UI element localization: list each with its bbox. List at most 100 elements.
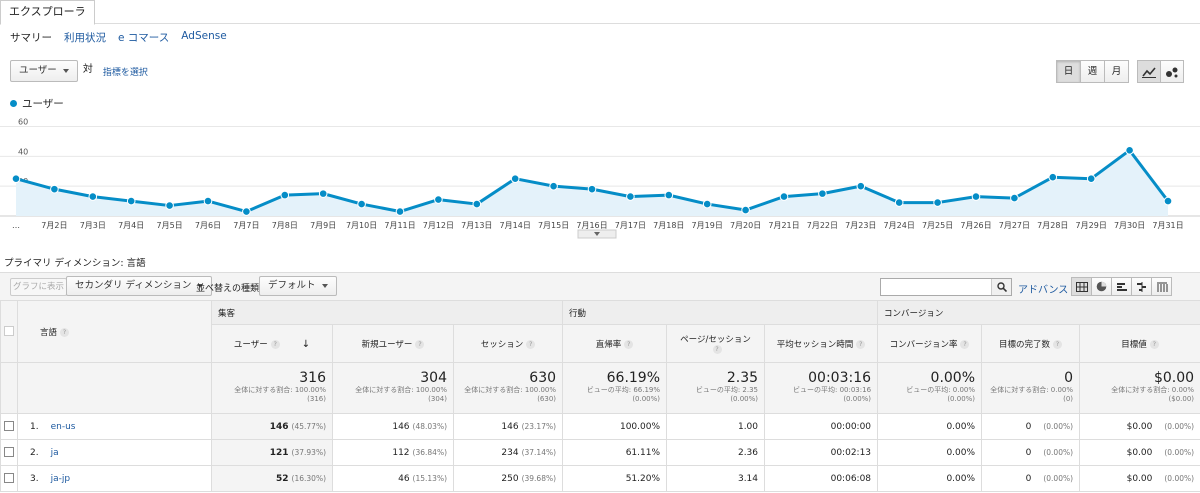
week-button[interactable]: 週 bbox=[1080, 60, 1105, 83]
data-point[interactable] bbox=[203, 196, 213, 206]
line-chart-button[interactable] bbox=[1137, 60, 1161, 83]
help-icon[interactable]: ? bbox=[270, 339, 280, 349]
help-icon[interactable]: ? bbox=[624, 339, 634, 349]
col-bounce-rate[interactable]: 直帰率? bbox=[562, 324, 668, 363]
data-point[interactable] bbox=[894, 198, 904, 207]
month-button[interactable]: 月 bbox=[1104, 60, 1129, 83]
help-icon[interactable]: ? bbox=[856, 339, 866, 349]
secondary-dimension-dropdown[interactable]: セカンダリ ディメンション bbox=[66, 276, 213, 296]
data-point[interactable] bbox=[280, 190, 290, 200]
help-icon[interactable]: ? bbox=[60, 327, 70, 337]
data-point[interactable] bbox=[357, 199, 366, 209]
data-point[interactable] bbox=[165, 201, 174, 210]
metric-dropdown[interactable]: ユーザー bbox=[10, 60, 78, 82]
help-icon[interactable]: ? bbox=[712, 344, 722, 354]
help-icon[interactable]: ? bbox=[1053, 339, 1063, 349]
primary-dimension-value[interactable]: 言語 bbox=[127, 258, 146, 269]
data-point[interactable] bbox=[318, 189, 328, 198]
day-button[interactable]: 日 bbox=[1056, 60, 1081, 83]
metric-selector-row: ユーザー 対 指標を選択 bbox=[10, 60, 148, 82]
help-icon[interactable]: ? bbox=[526, 339, 536, 349]
goal-value-cell: $0.00 (0.00%) bbox=[1079, 465, 1200, 492]
col-goal-value[interactable]: 目標値? bbox=[1079, 324, 1200, 363]
tab-explorer[interactable]: エクスプローラ bbox=[0, 0, 95, 25]
data-point[interactable] bbox=[1048, 172, 1058, 182]
data-point[interactable] bbox=[1163, 196, 1173, 206]
subnav-ecommerce[interactable]: e コマース bbox=[118, 30, 169, 44]
row-checkbox[interactable] bbox=[4, 473, 14, 484]
data-point[interactable] bbox=[395, 207, 405, 216]
x-tick-label: 7月20日 bbox=[730, 221, 761, 230]
sessions-pct: (23.17%) bbox=[521, 421, 557, 431]
col-sessions[interactable]: セッション? bbox=[452, 324, 564, 363]
goal-value-value: $0.00 bbox=[1126, 447, 1153, 458]
pivot-view-button[interactable] bbox=[1151, 277, 1172, 296]
help-icon[interactable]: ? bbox=[415, 339, 425, 349]
col-goal-completions[interactable]: 目標の完了数? bbox=[981, 324, 1081, 363]
row-checkbox[interactable] bbox=[4, 421, 14, 432]
goal-completions-pct: (0.00%) bbox=[1043, 473, 1074, 483]
data-table-view-button[interactable] bbox=[1071, 277, 1092, 296]
data-point[interactable] bbox=[1010, 193, 1019, 203]
dimension-value-link[interactable]: ja bbox=[51, 448, 59, 458]
chart-expand-handle[interactable] bbox=[577, 229, 617, 239]
data-point[interactable] bbox=[11, 174, 21, 183]
comparison-view-button[interactable] bbox=[1131, 277, 1152, 296]
col-users[interactable]: ユーザー? ↓ bbox=[211, 324, 333, 363]
data-point[interactable] bbox=[626, 192, 635, 201]
data-point[interactable] bbox=[587, 184, 597, 194]
data-point[interactable] bbox=[434, 195, 443, 204]
table-row[interactable]: 1. en-us 146 (45.77%) 146 (48.03%) 146 (23.17%)… bbox=[0, 413, 1200, 440]
data-point[interactable] bbox=[50, 184, 59, 194]
data-point[interactable] bbox=[702, 199, 712, 209]
dimension-value-link[interactable]: en-us bbox=[51, 422, 76, 432]
data-point[interactable] bbox=[242, 207, 251, 216]
advanced-filter-link[interactable]: アドバンス bbox=[1018, 281, 1068, 296]
row-checkbox[interactable] bbox=[4, 447, 14, 458]
table-row[interactable]: 3. ja-jp 52 (16.30%) 46 (15.13%) 250 (39.68%) 51… bbox=[0, 465, 1200, 492]
table-row[interactable]: 2. ja 121 (37.93%) 112 (36.84%) 234 (37.14%) 61.… bbox=[0, 439, 1200, 466]
goal-completions-value: 0 bbox=[1025, 447, 1032, 458]
data-point[interactable] bbox=[741, 205, 750, 215]
select-all-checkbox[interactable] bbox=[4, 326, 14, 337]
performance-view-button[interactable] bbox=[1111, 277, 1132, 296]
col-goal-value-label: 目標値 bbox=[1121, 339, 1147, 350]
subnav-usage[interactable]: 利用状況 bbox=[64, 30, 106, 44]
pie-view-button[interactable] bbox=[1091, 277, 1112, 296]
subnav-summary[interactable]: サマリー bbox=[10, 30, 52, 44]
row-checkbox-cell bbox=[0, 465, 18, 492]
table-search-input[interactable] bbox=[880, 278, 1012, 296]
data-point[interactable] bbox=[510, 174, 520, 183]
data-point[interactable] bbox=[1125, 146, 1134, 155]
data-point[interactable] bbox=[549, 181, 558, 191]
select-metric-link[interactable]: 指標を選択 bbox=[103, 65, 148, 78]
x-tick-label: 7月19日 bbox=[692, 221, 723, 230]
new-users-value: 46 bbox=[398, 473, 410, 484]
col-avg-session-duration[interactable]: 平均セッション時間? bbox=[764, 324, 879, 363]
data-point[interactable] bbox=[856, 181, 866, 191]
col-new-users[interactable]: 新規ユーザー? bbox=[332, 324, 454, 363]
help-icon[interactable]: ? bbox=[960, 339, 970, 349]
data-point[interactable] bbox=[664, 190, 674, 200]
data-point[interactable] bbox=[818, 189, 827, 198]
help-icon[interactable]: ? bbox=[1149, 339, 1159, 349]
dimension-value-link[interactable]: ja-jp bbox=[51, 474, 70, 484]
data-point[interactable] bbox=[88, 192, 98, 201]
dimension-header[interactable]: 言語? bbox=[17, 300, 212, 363]
col-conversion-rate[interactable]: コンバージョン率? bbox=[877, 324, 983, 363]
subnav-adsense[interactable]: AdSense bbox=[181, 30, 226, 44]
select-all-cell bbox=[0, 300, 18, 363]
search-button[interactable] bbox=[991, 279, 1011, 295]
data-point[interactable] bbox=[472, 199, 482, 209]
col-pages-per-session[interactable]: ページ/セッション? bbox=[666, 324, 766, 363]
data-point[interactable] bbox=[933, 198, 942, 207]
data-point[interactable] bbox=[779, 192, 789, 201]
sort-type-dropdown[interactable]: デフォルト bbox=[259, 276, 337, 296]
motion-chart-button[interactable] bbox=[1160, 60, 1184, 83]
goal-completions-cell: 0 (0.00%) bbox=[981, 413, 1081, 440]
data-point[interactable] bbox=[971, 192, 981, 201]
new-users-value: 146 bbox=[392, 421, 410, 432]
data-point[interactable] bbox=[1086, 174, 1096, 183]
column-group-header: 言語? 集客 行動 コンバージョン bbox=[0, 300, 1200, 363]
data-point[interactable] bbox=[126, 196, 136, 206]
